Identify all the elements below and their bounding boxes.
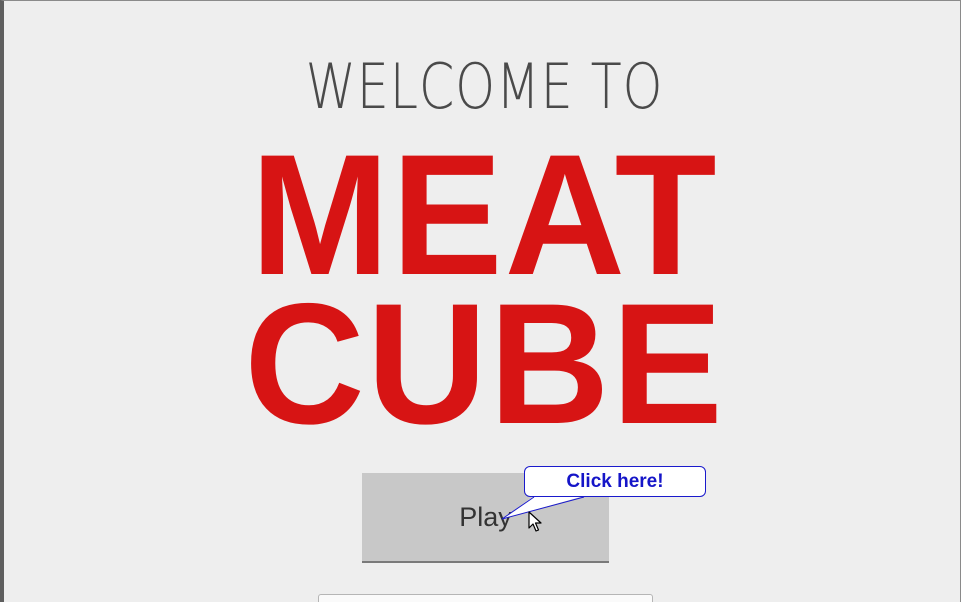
game-title-line-2: CUBE	[244, 268, 725, 460]
welcome-heading: WELCOME TO	[305, 50, 664, 123]
bottom-panel-edge	[318, 594, 653, 602]
callout-tail	[501, 496, 585, 520]
game-window: WELCOME TO MEAT CUBE Play Click here!	[0, 0, 961, 602]
click-here-callout: Click here!	[524, 466, 706, 497]
arrow-pointer-icon	[528, 511, 542, 532]
